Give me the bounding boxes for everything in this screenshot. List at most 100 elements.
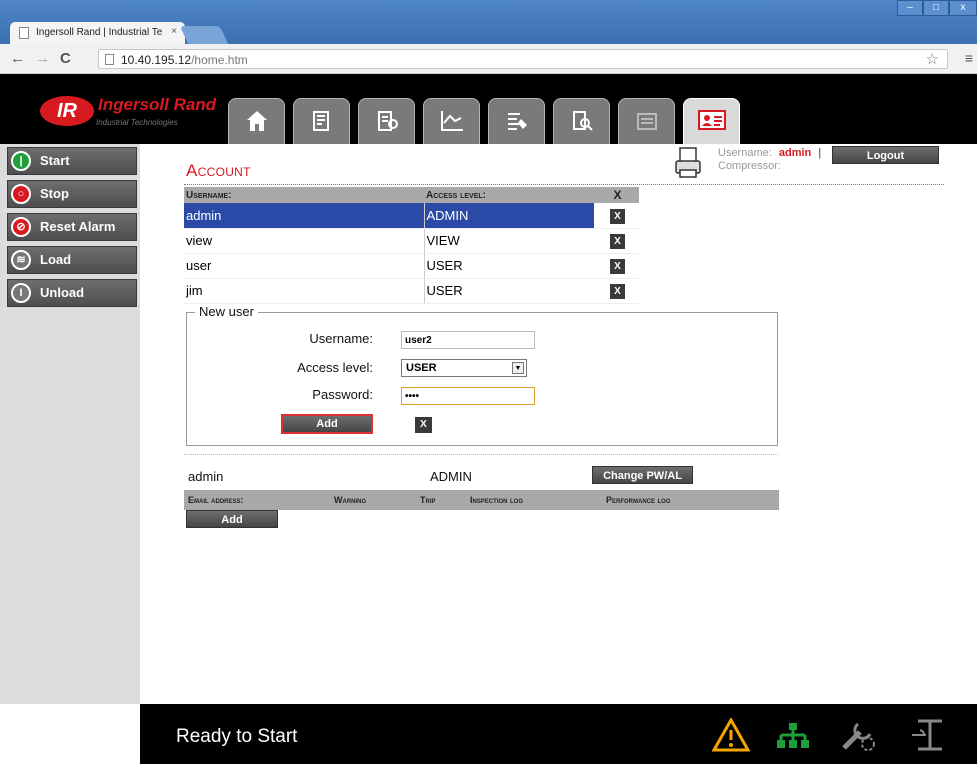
tab-report[interactable] (293, 98, 350, 144)
address-bar: ← → C 10.40.195.12/home.htm ☆ ≡ (0, 44, 977, 74)
browser-menu-icon[interactable]: ≡ (965, 50, 973, 66)
row-level: ADMIN (423, 203, 594, 229)
add-email-button[interactable]: Add (186, 510, 278, 528)
close-window-button[interactable]: x (949, 0, 977, 16)
password-field[interactable]: •••• (401, 387, 535, 405)
new-user-legend: New user (195, 304, 258, 319)
user-card-icon (697, 110, 726, 130)
url-path: /home.htm (191, 53, 248, 67)
table-header: Username: Access level: X (184, 187, 639, 203)
maximize-button[interactable]: □ (923, 0, 949, 16)
row-level: USER (423, 278, 594, 304)
access-level-label: Access level: (297, 360, 373, 375)
new-username-field[interactable]: user2 (401, 331, 535, 349)
unload-label: Unload (40, 285, 85, 300)
start-button[interactable]: | Start (7, 147, 137, 175)
bookmark-star-icon[interactable]: ☆ (926, 50, 939, 68)
new-user-form: New user Username: user2 Access level: U… (186, 304, 778, 446)
tab-account[interactable] (683, 98, 740, 144)
row-delete-cell: X (594, 278, 639, 304)
password-label: Password: (312, 387, 373, 402)
unload-icon: I (11, 283, 31, 303)
tab-title: Ingersoll Rand | Industrial Te (36, 27, 163, 38)
access-level-select[interactable]: USER ▼ (401, 359, 527, 377)
delete-button[interactable]: X (610, 208, 625, 224)
new-username-label: Username: (309, 331, 373, 346)
tab-close-icon[interactable]: × (171, 26, 177, 37)
clear-form-button[interactable]: X (415, 417, 432, 433)
new-tab-button[interactable] (179, 26, 229, 44)
row-username: user (184, 253, 424, 279)
forward-icon[interactable]: → (35, 51, 50, 66)
network-icon[interactable] (776, 722, 810, 750)
col-performance-log: Performance log (606, 495, 671, 505)
user-info: Username: admin | Compressor: (718, 147, 821, 173)
add-user-button[interactable]: Add (281, 414, 373, 434)
load-button[interactable]: ≋ Load (7, 246, 137, 274)
status-bar: Ready to Start (140, 704, 977, 764)
load-label: Load (40, 252, 72, 267)
url-field[interactable]: 10.40.195.12/home.htm ☆ (98, 49, 948, 69)
col-email: Email address: (188, 495, 244, 505)
minimize-button[interactable]: – (897, 0, 923, 16)
row-username: jim (184, 278, 424, 304)
reset-alarm-label: Reset Alarm (40, 219, 116, 234)
username-label: Username: (718, 147, 772, 159)
logo-text: Ingersoll Rand (98, 95, 217, 114)
calendar-icon (636, 113, 657, 130)
stop-button[interactable]: ○ Stop (7, 180, 137, 208)
table-row[interactable]: view VIEW X (184, 228, 639, 254)
reload-icon[interactable]: C (60, 51, 71, 66)
browser-tab[interactable]: Ingersoll Rand | Industrial Te × (10, 22, 185, 44)
tab-config[interactable] (488, 98, 545, 144)
load-icon: ≋ (11, 250, 31, 270)
username-separator: | (818, 147, 822, 159)
app-header: IR Ingersoll Rand Industrial Technologie… (0, 74, 977, 144)
page-icon (105, 54, 114, 65)
chevron-down-icon: ▼ (512, 362, 524, 374)
table-row[interactable]: admin ADMIN X (184, 203, 639, 229)
unload-button[interactable]: I Unload (7, 279, 137, 307)
status-text: Ready to Start (176, 726, 298, 747)
unload-valve-icon[interactable] (908, 718, 948, 752)
settings-doc-icon (377, 111, 398, 131)
tab-home[interactable] (228, 98, 285, 144)
tab-search-log[interactable] (553, 98, 610, 144)
reset-alarm-button[interactable]: ⊘ Reset Alarm (7, 213, 137, 241)
delete-button[interactable]: X (610, 259, 625, 274)
search-log-icon (572, 111, 593, 131)
divider (184, 454, 778, 455)
delete-button[interactable]: X (610, 234, 625, 249)
col-inspection-log: Inspection log (470, 495, 524, 505)
back-icon[interactable]: ← (10, 51, 25, 66)
logo-mark: IR (40, 96, 94, 126)
username-value: admin (778, 147, 812, 159)
change-password-button[interactable]: Change PW/AL (592, 466, 693, 484)
report-icon (312, 111, 329, 131)
logout-button[interactable]: Logout (832, 146, 939, 164)
start-icon: | (11, 151, 31, 171)
stop-icon: ○ (11, 184, 31, 204)
compressor-label: Compressor: (718, 160, 781, 172)
delete-button[interactable]: X (610, 284, 625, 299)
row-username: view (184, 228, 424, 254)
table-row[interactable]: jim USER X (184, 278, 639, 304)
tab-chart[interactable] (423, 98, 480, 144)
divider (184, 184, 944, 185)
start-label: Start (40, 153, 70, 168)
logo-subtitle: Industrial Technologies (96, 118, 178, 127)
service-icon[interactable] (840, 718, 878, 752)
row-level: VIEW (423, 228, 594, 254)
row-delete-cell: X (594, 228, 639, 254)
user-table: Username: Access level: X admin ADMIN X … (184, 187, 639, 304)
current-username: admin (188, 469, 224, 484)
tab-settings-doc[interactable] (358, 98, 415, 144)
col-username: Username: (184, 187, 424, 203)
chart-icon (440, 111, 463, 131)
page-icon (19, 27, 29, 39)
warning-icon[interactable] (712, 718, 750, 752)
reset-alarm-icon: ⊘ (11, 217, 31, 237)
table-row[interactable]: user USER X (184, 253, 639, 279)
tab-calendar[interactable] (618, 98, 675, 144)
printer-icon[interactable] (674, 146, 702, 180)
